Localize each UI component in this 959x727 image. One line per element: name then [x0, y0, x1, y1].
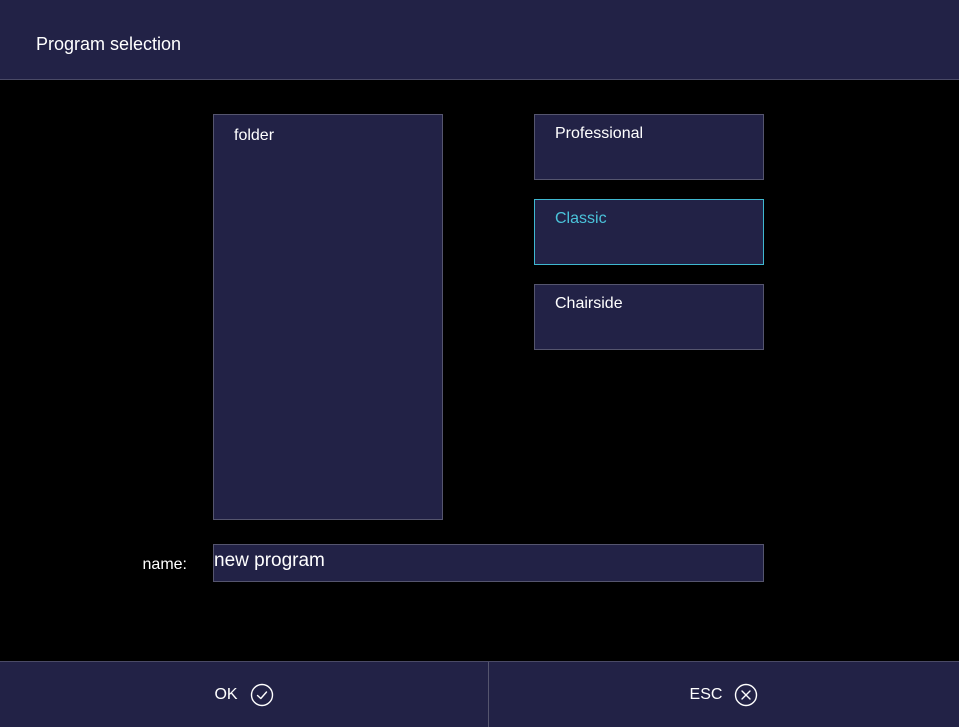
folder-list-item[interactable]: folder [234, 127, 274, 145]
mode-button-label: Professional [555, 125, 644, 142]
ok-button-label: OK [214, 686, 238, 703]
mode-button-chairside[interactable]: Chairside [534, 284, 764, 350]
folder-list[interactable]: folder [213, 114, 443, 520]
dialog-title: Program selection [36, 34, 182, 54]
mode-button-classic[interactable]: Classic [534, 199, 764, 265]
footer-bar: OK ESC [0, 661, 959, 727]
x-circle-icon [734, 683, 758, 707]
esc-button[interactable]: ESC [489, 662, 959, 727]
mode-button-professional[interactable]: Professional [534, 114, 764, 180]
title-bar: Program selection [0, 0, 959, 80]
esc-button-label: ESC [689, 686, 723, 703]
mode-button-label: Classic [555, 210, 607, 227]
program-name-input[interactable] [213, 544, 764, 582]
check-circle-icon [250, 683, 274, 707]
mode-button-label: Chairside [555, 295, 623, 312]
name-field-label: name: [142, 556, 187, 573]
program-selection-dialog: Program selection folder Professional Cl… [0, 0, 959, 727]
ok-button[interactable]: OK [0, 662, 488, 727]
